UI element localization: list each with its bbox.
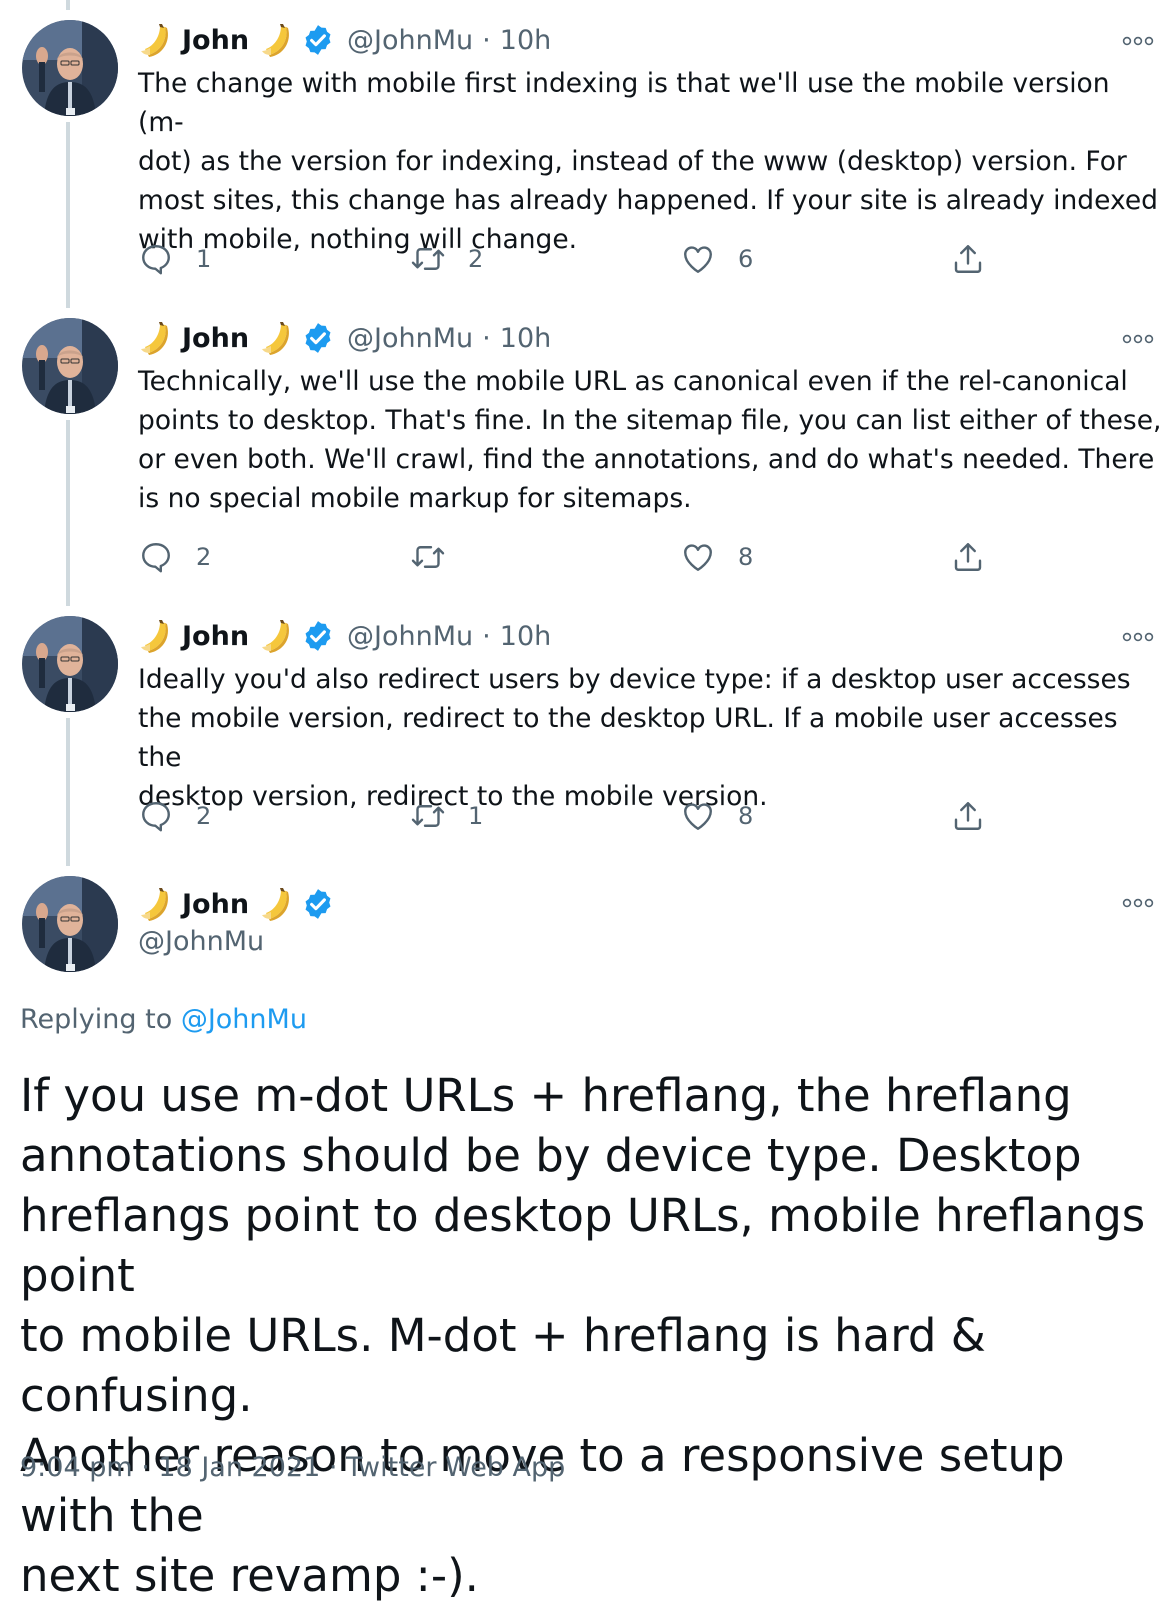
banana-emoji-icon (138, 886, 174, 922)
display-name[interactable]: John (182, 323, 249, 354)
more-icon[interactable] (1121, 332, 1155, 346)
share-button[interactable] (950, 239, 986, 279)
handle[interactable]: @JohnMu (347, 25, 473, 56)
separator: · (482, 322, 491, 354)
like-count: 8 (738, 802, 754, 830)
share-icon (950, 798, 986, 834)
retweet-count: 1 (468, 802, 484, 830)
verified-badge-icon (301, 321, 335, 355)
reply-count: 2 (196, 802, 212, 830)
thread-line-top (66, 0, 70, 10)
banana-emoji-icon (138, 320, 174, 356)
reply-icon (138, 539, 174, 575)
timestamp[interactable]: 10h (500, 621, 551, 652)
handle[interactable]: @JohnMu (138, 926, 264, 957)
verified-badge-icon (301, 887, 335, 921)
tweet-meta[interactable]: 9:04 pm · 18 Jan 2021 · Twitter Web App (20, 1452, 565, 1483)
reply-count: 2 (196, 543, 212, 571)
handle[interactable]: @JohnMu (347, 621, 473, 652)
reply-icon (138, 798, 174, 834)
avatar[interactable] (22, 20, 118, 116)
retweet-icon (410, 241, 446, 277)
thread-tweet-1[interactable]: John @JohnMu · 10h The change with mobil… (0, 20, 1175, 290)
tweet-header: John (138, 884, 347, 924)
main-tweet-header: John @JohnMu (0, 876, 1175, 976)
separator: · (482, 24, 491, 56)
banana-emoji-icon (138, 618, 174, 654)
avatar[interactable] (22, 616, 118, 712)
heart-icon (680, 241, 716, 277)
retweet-button[interactable]: 2 (410, 239, 483, 279)
retweet-button[interactable] (410, 537, 468, 577)
share-icon (950, 539, 986, 575)
like-button[interactable]: 8 (680, 537, 753, 577)
tweet-text: Technically, we'll use the mobile URL as… (138, 366, 1162, 514)
thread-tweet-3[interactable]: John @JohnMu · 10h Ideally you'd also re… (0, 616, 1175, 846)
more-icon[interactable] (1121, 630, 1155, 644)
banana-emoji-icon (259, 886, 295, 922)
verified-badge-icon (301, 619, 335, 653)
banana-emoji-icon (259, 320, 295, 356)
replying-to-link[interactable]: @JohnMu (181, 1004, 307, 1035)
action-bar: 2 8 (138, 537, 1138, 577)
more-icon[interactable] (1121, 896, 1155, 910)
retweet-icon (410, 539, 446, 575)
like-button[interactable]: 6 (680, 239, 753, 279)
share-button[interactable] (950, 796, 986, 836)
avatar[interactable] (22, 876, 118, 972)
banana-emoji-icon (138, 22, 174, 58)
banana-emoji-icon (259, 22, 295, 58)
like-button[interactable]: 8 (680, 796, 753, 836)
reply-icon (138, 241, 174, 277)
verified-badge-icon (301, 23, 335, 57)
display-name[interactable]: John (182, 25, 249, 56)
like-count: 8 (738, 543, 754, 571)
more-icon[interactable] (1121, 34, 1155, 48)
timestamp[interactable]: 10h (500, 323, 551, 354)
display-name[interactable]: John (182, 889, 249, 920)
reply-button[interactable]: 2 (138, 537, 211, 577)
display-name[interactable]: John (182, 621, 249, 652)
action-bar: 1 2 6 (138, 239, 1138, 279)
share-button[interactable] (950, 537, 986, 577)
replying-to: Replying to @JohnMu (20, 1004, 307, 1035)
main-tweet-text: If you use m-dot URLs + hreflang, the hr… (20, 1069, 1146, 1602)
heart-icon (680, 539, 716, 575)
reply-button[interactable]: 2 (138, 796, 211, 836)
share-icon (950, 241, 986, 277)
reply-count: 1 (196, 245, 212, 273)
heart-icon (680, 798, 716, 834)
separator: · (482, 620, 491, 652)
avatar[interactable] (22, 318, 118, 414)
tweet-header: John @JohnMu · 10h (138, 20, 551, 60)
reply-button[interactable]: 1 (138, 239, 211, 279)
banana-emoji-icon (259, 618, 295, 654)
tweet-header: John @JohnMu · 10h (138, 318, 551, 358)
retweet-icon (410, 798, 446, 834)
tweet-text: Ideally you'd also redirect users by dev… (138, 664, 1131, 812)
handle[interactable]: @JohnMu (347, 323, 473, 354)
action-bar: 2 1 8 (138, 796, 1138, 836)
timestamp[interactable]: 10h (500, 25, 551, 56)
tweet-text: The change with mobile first indexing is… (138, 68, 1158, 255)
like-count: 6 (738, 245, 754, 273)
tweet-header: John @JohnMu · 10h (138, 616, 551, 656)
replying-to-label: Replying to (20, 1004, 181, 1035)
retweet-count: 2 (468, 245, 484, 273)
retweet-button[interactable]: 1 (410, 796, 483, 836)
thread-tweet-2[interactable]: John @JohnMu · 10h Technically, we'll us… (0, 318, 1175, 588)
